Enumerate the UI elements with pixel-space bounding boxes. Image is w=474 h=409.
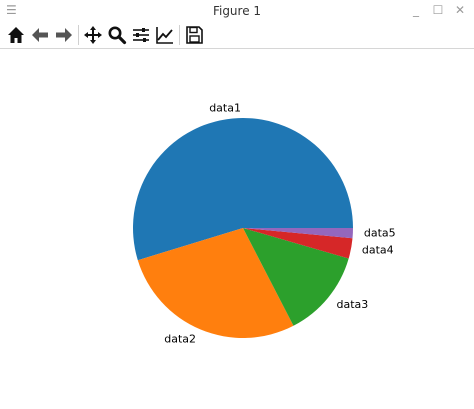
magnifier-icon [108,26,127,45]
move-icon [84,26,102,44]
floppy-disk-icon [186,26,203,44]
title-bar: ☰ Figure 1 _ ☐ ✕ [0,0,474,22]
pie-label-data4: data4 [362,244,394,257]
plot-canvas[interactable]: data1 data2 data3 data4 data5 [0,49,474,405]
configure-subplots-button[interactable] [129,23,153,47]
pie-label-data2: data2 [164,333,196,346]
navigation-toolbar [0,22,474,49]
home-icon [8,27,24,43]
home-button[interactable] [4,23,28,47]
pie-chart: data1 data2 data3 data4 data5 [132,101,396,346]
pie-label-data1: data1 [209,101,241,114]
edit-axis-button[interactable] [153,23,177,47]
sliders-icon [133,28,149,42]
back-button[interactable] [28,23,52,47]
figure-window: ☰ Figure 1 _ ☐ ✕ data1 data2 data3 data4… [0,0,474,405]
zoom-button[interactable] [105,23,129,47]
toolbar-separator [78,25,79,45]
toolbar-separator [179,25,180,45]
arrow-right-icon [56,28,72,42]
arrow-left-icon [32,28,48,42]
window-controls: _ ☐ ✕ [410,3,466,17]
save-button[interactable] [182,23,206,47]
pie-label-data5: data5 [364,227,396,240]
line-chart-icon [156,27,173,44]
close-icon[interactable]: ✕ [454,3,466,17]
forward-button[interactable] [52,23,76,47]
window-title: Figure 1 [212,4,262,18]
maximize-icon[interactable]: ☐ [432,3,444,17]
pan-button[interactable] [81,23,105,47]
minimize-icon[interactable]: _ [410,3,422,17]
pie-label-data3: data3 [336,298,368,311]
